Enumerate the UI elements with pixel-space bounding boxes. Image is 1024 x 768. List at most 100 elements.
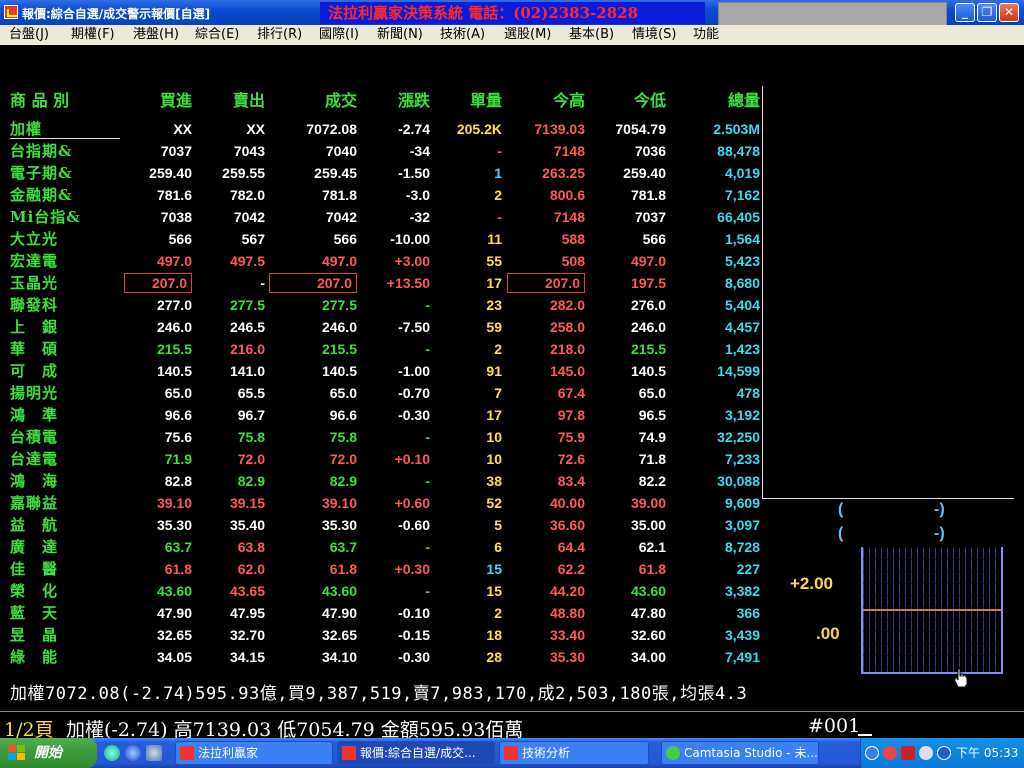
row-name[interactable]: 鴻 準 [10, 404, 58, 426]
cell-change: - [425, 539, 430, 555]
cell-sell: XX [246, 121, 265, 137]
cell-last: 7072.08 [306, 121, 357, 137]
header-change[interactable]: 漲跌 [358, 90, 430, 112]
minimize-button[interactable]: _ [955, 3, 975, 22]
cell-tick-vol: 91 [486, 363, 502, 379]
speaker-icon[interactable] [919, 746, 933, 760]
cell-low: 246.0 [630, 319, 666, 335]
row-name[interactable]: 玉晶光 [10, 272, 58, 294]
row-name[interactable]: 可 成 [10, 360, 58, 382]
cell-buy: 207.0 [124, 273, 192, 293]
row-name[interactable]: 電子期& [10, 162, 73, 184]
cell-low: 7037 [634, 209, 666, 225]
cell-change: -0.30 [398, 649, 430, 665]
mini-chart[interactable] [861, 547, 1003, 674]
row-name[interactable]: 台積電 [10, 426, 58, 448]
code-input[interactable]: #001 [808, 715, 860, 737]
cell-change: -2.74 [398, 121, 430, 137]
cell-sell: 75.8 [237, 429, 265, 445]
row-name[interactable]: 嘉聯益 [10, 492, 58, 514]
row-name[interactable]: 揚明光 [10, 382, 58, 404]
row-name[interactable]: 加權 [10, 118, 42, 140]
task-ferrari-winner[interactable]: 法拉利贏家 [175, 741, 333, 765]
menu-item-fundamental[interactable]: 基本(B) [569, 25, 614, 45]
cell-last: 215.5 [321, 341, 357, 357]
row-name[interactable]: 益 航 [10, 514, 58, 536]
cell-buy: 75.6 [164, 429, 192, 445]
cell-low: 32.60 [630, 627, 666, 643]
menu-item-futures[interactable]: 期權(F) [71, 25, 115, 45]
row-name[interactable]: 藍 天 [10, 602, 58, 624]
tray-app-icon[interactable] [883, 746, 897, 760]
row-name[interactable]: 台達電 [10, 448, 58, 470]
row-name[interactable]: 綠 能 [10, 646, 58, 668]
menu-item-news[interactable]: 新聞(N) [377, 25, 423, 45]
cell-sell: 7043 [233, 143, 265, 159]
row-name[interactable]: 昱 晶 [10, 624, 58, 646]
app-icon[interactable] [4, 5, 18, 19]
media-player-icon[interactable] [104, 745, 120, 761]
restore-button[interactable]: ❐ [977, 3, 997, 22]
header-total-vol[interactable]: 總量 [670, 90, 760, 112]
show-desktop-icon[interactable] [146, 745, 162, 761]
menu-item-international[interactable]: 國際(I) [319, 25, 359, 45]
close-button[interactable]: ✕ [999, 3, 1019, 22]
header-sell[interactable]: 賣出 [195, 90, 265, 112]
cell-total-vol: 88,478 [717, 143, 760, 159]
cell-buy: 43.60 [156, 583, 192, 599]
header-last[interactable]: 成交 [269, 90, 357, 112]
cell-high: 48.80 [549, 605, 585, 621]
row-name[interactable]: 金融期& [10, 184, 73, 206]
menu-item-ranking[interactable]: 排行(R) [257, 25, 302, 45]
cell-tick-vol: 55 [486, 253, 502, 269]
cell-high: 62.2 [557, 561, 585, 577]
cell-tick-vol: 2 [494, 341, 502, 357]
cell-total-vol: 32,250 [717, 429, 760, 445]
header-high[interactable]: 今高 [507, 90, 585, 112]
task-camtasia[interactable]: Camtasia Studio - 未... [661, 741, 819, 765]
row-name[interactable]: 華 碩 [10, 338, 58, 360]
menu-item-function[interactable]: 功能 [693, 25, 719, 45]
menu-item-scenario[interactable]: 情境(S) [632, 25, 676, 45]
row-name[interactable]: 宏達電 [10, 250, 58, 272]
cell-high: 7139.03 [534, 121, 585, 137]
menu-item-technical[interactable]: 技術(A) [440, 25, 485, 45]
menu-item-hk[interactable]: 港盤(H) [133, 25, 179, 45]
bluetooth-icon[interactable] [937, 746, 951, 760]
row-name[interactable]: 聯發科 [10, 294, 58, 316]
cell-buy: 32.65 [156, 627, 192, 643]
header-buy[interactable]: 買進 [122, 90, 192, 112]
ie-icon[interactable] [125, 745, 141, 761]
cell-total-vol: 5,423 [724, 253, 760, 269]
tray-expand-icon[interactable] [865, 746, 879, 760]
menu-item-composite[interactable]: 綜合(E) [195, 25, 239, 45]
header-product[interactable]: 商 品 別 [10, 90, 69, 112]
shield-icon[interactable] [901, 746, 915, 760]
header-tick-vol[interactable]: 單量 [432, 90, 502, 112]
row-name[interactable]: 台指期& [10, 140, 73, 162]
cell-total-vol: 5,404 [724, 297, 760, 313]
row-name[interactable]: 上 銀 [10, 316, 58, 338]
menu-item-stock-picking[interactable]: 選股(M) [504, 25, 551, 45]
cell-sell: 216.0 [229, 341, 265, 357]
row-name[interactable]: 大立光 [10, 228, 58, 250]
task-quote-window[interactable]: 報價:綜合自選/成交... [337, 741, 495, 765]
row-name[interactable]: 鴻 海 [10, 470, 58, 492]
cell-last: 277.5 [321, 297, 357, 313]
menu-item-taipan[interactable]: 台盤(J) [9, 25, 49, 45]
clock[interactable]: 下午 05:33 [956, 738, 1018, 768]
header-low[interactable]: 今低 [588, 90, 666, 112]
cell-low: 215.5 [630, 341, 666, 357]
taskbar: 開始 法拉利贏家 報價:綜合自選/成交... 技術分析 Camtasia Stu… [0, 738, 1024, 768]
start-button[interactable]: 開始 [0, 738, 97, 768]
task-technical-analysis[interactable]: 技術分析 [499, 741, 649, 765]
cell-sell: 72.0 [237, 451, 265, 467]
cell-total-vol: 1,423 [724, 341, 760, 357]
cell-tick-vol: 2 [494, 605, 502, 621]
cell-tick-vol: 17 [486, 407, 502, 423]
row-name[interactable]: 榮 化 [10, 580, 58, 602]
row-name[interactable]: 佳 醫 [10, 558, 58, 580]
row-name[interactable]: 廣 達 [10, 536, 58, 558]
row-name[interactable]: Mi台指& [10, 206, 81, 228]
cell-low: 35.00 [630, 517, 666, 533]
